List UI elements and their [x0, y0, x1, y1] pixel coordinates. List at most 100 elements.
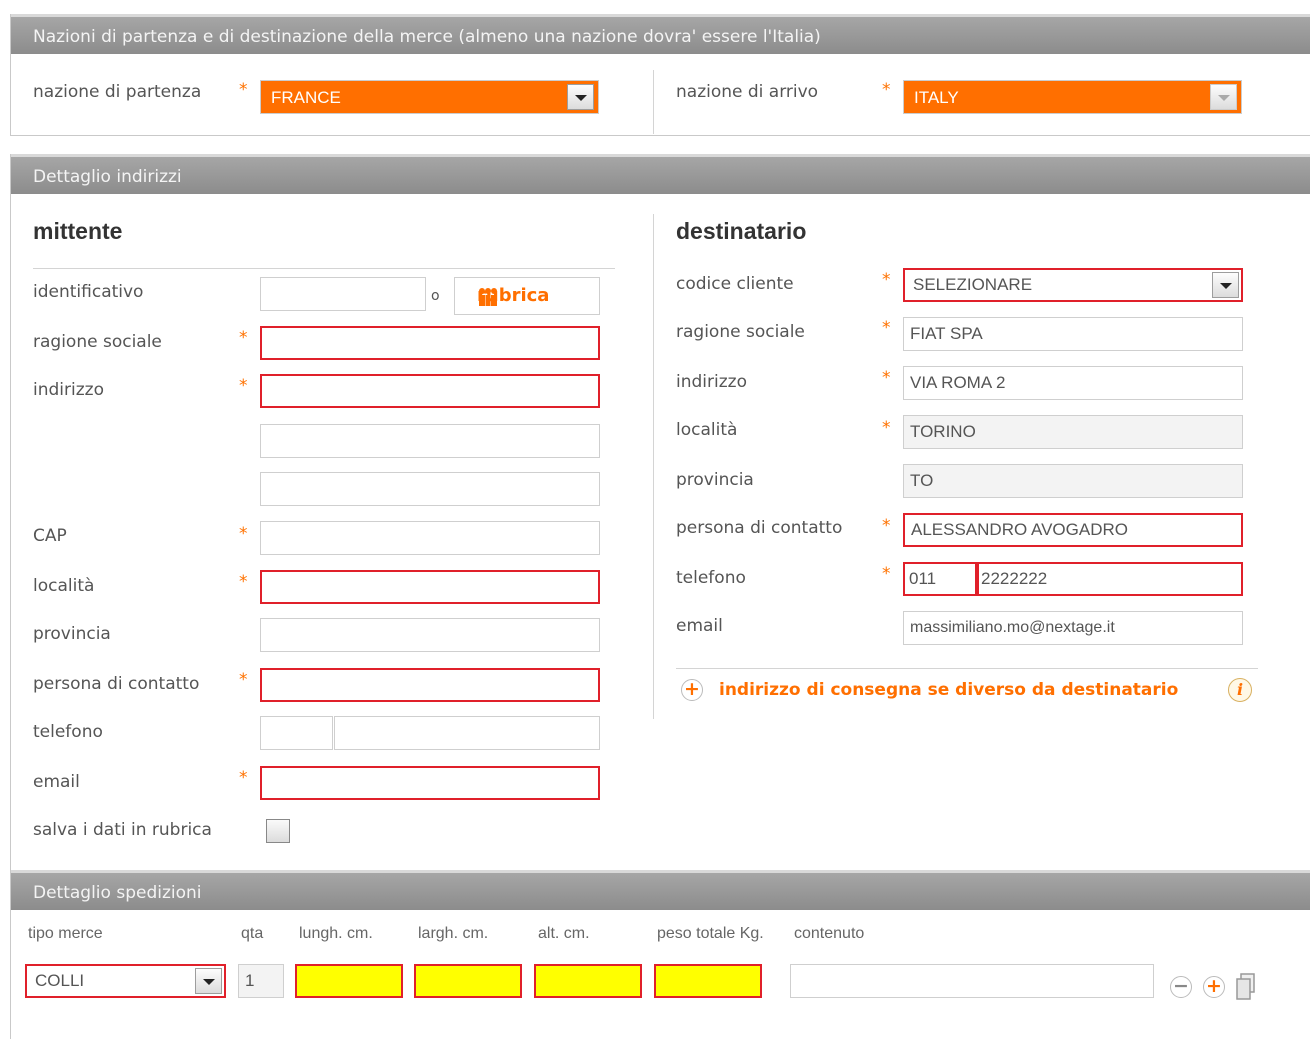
column-header: lungh. cm.: [299, 925, 373, 942]
sender-province-label: provincia: [33, 624, 111, 644]
sender-province-input[interactable]: [260, 618, 600, 652]
addresses-header: Dettaglio indirizzi: [11, 154, 1310, 194]
nations-panel: Nazioni di partenza e di destinazione de…: [10, 14, 1310, 136]
chevron-down-icon[interactable]: [567, 84, 594, 110]
column-header: peso totale Kg.: [657, 925, 764, 942]
recipient-email-input[interactable]: massimiliano.mo@nextage.it: [903, 611, 1243, 645]
required-mark: *: [239, 768, 248, 788]
sender-contact-input[interactable]: [260, 668, 600, 702]
add-circle-icon[interactable]: +: [681, 679, 703, 701]
recipient-province-label: provincia: [676, 470, 754, 490]
departure-country-select[interactable]: FRANCE: [260, 80, 599, 114]
recipient-company-input[interactable]: FIAT SPA: [903, 317, 1243, 351]
required-mark: *: [882, 270, 891, 290]
divider: [653, 70, 654, 134]
departure-country-value: FRANCE: [271, 88, 341, 107]
required-mark: *: [239, 670, 248, 690]
recipient-client-code-value: SELEZIONARE: [913, 275, 1033, 294]
sender-phone-prefix-input[interactable]: [260, 716, 333, 750]
recipient-province-input[interactable]: TO: [903, 464, 1243, 498]
remove-row-icon[interactable]: −: [1170, 976, 1192, 998]
recipient-address-label: indirizzo: [676, 372, 747, 392]
recipient-phone-number-input[interactable]: 2222222: [977, 562, 1243, 596]
required-mark: *: [882, 516, 891, 536]
quantity-input[interactable]: 1: [238, 964, 284, 998]
or-text: o: [431, 288, 440, 304]
recipient-contact-input[interactable]: ALESSANDRO AVOGADRO: [903, 513, 1243, 547]
sender-email-label: email: [33, 772, 80, 792]
recipient-title: destinatario: [676, 218, 807, 244]
alt-delivery-address-link[interactable]: indirizzo di consegna se diverso da dest…: [719, 680, 1178, 700]
column-header: tipo merce: [28, 925, 103, 942]
recipient-phone-label: telefono: [676, 568, 746, 588]
arrival-country-select[interactable]: ITALY: [903, 80, 1242, 114]
required-mark: *: [239, 80, 248, 100]
required-mark: *: [239, 572, 248, 592]
sender-city-input[interactable]: [260, 570, 600, 604]
weight-input[interactable]: [654, 964, 762, 998]
sender-cap-label: CAP: [33, 526, 67, 546]
height-input[interactable]: [534, 964, 642, 998]
goods-type-value: COLLI: [35, 971, 85, 990]
shipments-header: Dettaglio spedizioni: [11, 870, 1310, 910]
contents-input[interactable]: [790, 964, 1154, 998]
column-header: largh. cm.: [418, 925, 489, 942]
save-to-rubrica-checkbox[interactable]: [266, 819, 290, 843]
recipient-contact-label: persona di contatto: [676, 518, 843, 538]
nations-header: Nazioni di partenza e di destinazione de…: [11, 14, 1310, 54]
sender-contact-label: persona di contatto: [33, 674, 200, 694]
goods-type-select[interactable]: COLLI: [25, 964, 226, 998]
required-mark: *: [239, 328, 248, 348]
recipient-client-code-label: codice cliente: [676, 274, 794, 294]
recipient-company-label: ragione sociale: [676, 322, 805, 342]
arrival-label: nazione di arrivo: [676, 82, 819, 102]
sender-cap-input[interactable]: [260, 521, 600, 555]
addresses-panel: Dettaglio indirizzi mittente identificat…: [10, 154, 1310, 870]
chevron-down-icon[interactable]: [1210, 84, 1237, 110]
sender-email-input[interactable]: [260, 766, 600, 800]
chevron-down-icon[interactable]: [195, 968, 222, 994]
chevron-down-icon[interactable]: [1212, 272, 1239, 298]
sender-company-label: ragione sociale: [33, 332, 162, 352]
required-mark: *: [882, 368, 891, 388]
column-header: contenuto: [794, 925, 865, 942]
sender-id-input[interactable]: [260, 277, 426, 311]
divider: [653, 214, 654, 719]
sender-address-label: indirizzo: [33, 380, 104, 400]
sender-company-input[interactable]: [260, 326, 600, 360]
contacts-icon: [479, 288, 497, 306]
recipient-city-input[interactable]: TORINO: [903, 415, 1243, 449]
width-input[interactable]: [414, 964, 522, 998]
sender-city-label: località: [33, 576, 95, 596]
sender-phone-number-input[interactable]: [334, 716, 600, 750]
required-mark: *: [239, 376, 248, 396]
recipient-address-input[interactable]: VIA ROMA 2: [903, 366, 1243, 400]
required-mark: *: [239, 524, 248, 544]
recipient-client-code-select[interactable]: SELEZIONARE: [903, 268, 1243, 302]
recipient-email-label: email: [676, 616, 723, 636]
info-icon[interactable]: i: [1228, 678, 1252, 702]
column-header: qta: [241, 925, 264, 942]
recipient-city-label: località: [676, 420, 738, 440]
save-to-rubrica-label: salva i dati in rubrica: [33, 820, 212, 840]
sender-id-label: identificativo: [33, 282, 144, 302]
shipments-panel: Dettaglio spedizioni tipo merce qta lung…: [10, 870, 1310, 1039]
required-mark: *: [882, 318, 891, 338]
length-input[interactable]: [295, 964, 403, 998]
departure-label: nazione di partenza: [33, 82, 202, 102]
sender-address-line2-input[interactable]: [260, 424, 600, 458]
sender-phone-label: telefono: [33, 722, 103, 742]
add-row-icon[interactable]: +: [1203, 976, 1225, 998]
rubrica-button[interactable]: rubrica: [454, 277, 600, 315]
column-header: alt. cm.: [538, 925, 590, 942]
divider: [676, 668, 1258, 669]
required-mark: *: [882, 80, 891, 100]
required-mark: *: [882, 564, 891, 584]
sender-address-input[interactable]: [260, 374, 600, 408]
recipient-phone-prefix-input[interactable]: 011: [903, 562, 977, 596]
divider: [33, 268, 615, 269]
arrival-country-value: ITALY: [914, 88, 959, 107]
copy-row-icon[interactable]: [1235, 973, 1257, 1001]
required-mark: *: [882, 418, 891, 438]
sender-address-line3-input[interactable]: [260, 472, 600, 506]
